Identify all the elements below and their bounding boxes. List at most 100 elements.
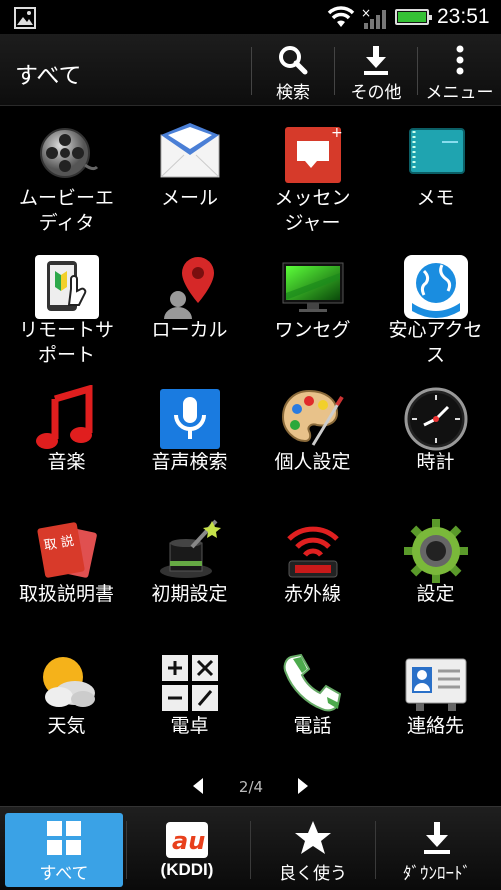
- app-oneseg[interactable]: ワンセグ: [250, 238, 375, 370]
- app-memo[interactable]: メモ: [373, 106, 498, 238]
- tv-icon: [282, 262, 344, 312]
- tab-label: (KDDI): [160, 860, 214, 879]
- weather-icon: [43, 657, 95, 707]
- app-label: メッセン ジャー: [274, 187, 351, 234]
- wifi-icon: [327, 6, 355, 27]
- phone-icon: [283, 653, 342, 712]
- app-music[interactable]: 音楽: [4, 370, 129, 502]
- tab-label: ﾀﾞｳﾝﾛｰﾄﾞ: [403, 864, 471, 884]
- globe-icon: [404, 255, 468, 319]
- app-label: 個人設定: [274, 451, 351, 473]
- app-label: 赤外線: [283, 583, 341, 605]
- au-logo-icon: au: [166, 822, 208, 858]
- status-time: 23:51: [437, 5, 490, 28]
- more-label: その他: [350, 83, 402, 103]
- star-icon: [295, 821, 331, 854]
- contacts-icon: [405, 658, 467, 711]
- app-label: 設定: [416, 583, 455, 605]
- app-label: 初期設定: [151, 583, 228, 605]
- grid-icon: [47, 821, 81, 855]
- app-weather[interactable]: 天気: [4, 634, 129, 766]
- clock-icon: [404, 387, 468, 451]
- svg-text:au: au: [172, 827, 205, 855]
- app-label: ワンセグ: [274, 319, 351, 341]
- app-voice-search[interactable]: 音声検索: [127, 370, 252, 502]
- download-icon: [364, 46, 388, 75]
- app-label: ムービーエ ディタ: [18, 187, 114, 234]
- svg-text:×: ×: [361, 6, 371, 20]
- film-reel-icon: [40, 128, 99, 178]
- search-button[interactable]: 検索: [252, 34, 334, 106]
- app-personalize[interactable]: 個人設定: [250, 370, 375, 502]
- app-calculator[interactable]: 電卓: [127, 634, 252, 766]
- battery-icon: [395, 9, 432, 25]
- app-manual[interactable]: 取 説 取扱説明書: [4, 502, 129, 634]
- divider: [250, 821, 251, 879]
- divider: [375, 821, 376, 879]
- app-remote-support[interactable]: リモートサ ポート: [4, 238, 129, 370]
- status-bar: × 23:51: [0, 0, 501, 34]
- message-icon: +: [285, 125, 343, 183]
- tab-favorites[interactable]: 良く使う: [254, 813, 372, 887]
- app-settings[interactable]: 設定: [373, 502, 498, 634]
- notebook-icon: [409, 128, 465, 174]
- app-label: 音楽: [47, 451, 86, 473]
- divider: [126, 821, 127, 879]
- app-label: 安心アクセス: [388, 319, 483, 366]
- app-phone[interactable]: 電話: [250, 634, 375, 766]
- manual-book-icon: 取 説: [37, 522, 97, 578]
- more-button[interactable]: その他: [335, 34, 417, 106]
- menu-button[interactable]: メニュー: [418, 34, 501, 106]
- bottom-tab-bar: すべて au (KDDI) 良く使う ﾀﾞｳﾝﾛｰﾄﾞ: [0, 806, 501, 890]
- no-signal-icon: ×: [361, 6, 386, 29]
- palette-icon: [281, 389, 344, 446]
- menu-label: メニュー: [425, 83, 494, 103]
- mail-icon: [160, 123, 220, 178]
- remote-support-icon: [35, 255, 99, 319]
- app-contacts[interactable]: 連絡先: [373, 634, 498, 766]
- app-label: ローカル: [151, 319, 228, 341]
- app-label: 取扱説明書: [18, 583, 114, 605]
- page-title: すべて: [15, 63, 82, 89]
- app-label: 電話: [293, 715, 332, 737]
- microphone-icon: [160, 389, 220, 449]
- tab-download[interactable]: ﾀﾞｳﾝﾛｰﾄﾞ: [378, 813, 496, 887]
- app-mail[interactable]: メール: [127, 106, 252, 238]
- action-bar: すべて 検索 その他 メニュー: [0, 34, 501, 106]
- app-movie-editor[interactable]: ムービーエ ディタ: [4, 106, 129, 238]
- download-icon: [424, 822, 450, 854]
- gallery-icon: [14, 7, 36, 29]
- app-clock[interactable]: 時計: [373, 370, 498, 502]
- prev-page-icon[interactable]: [193, 778, 203, 794]
- page-indicator: 2/4: [0, 770, 501, 802]
- search-label: 検索: [276, 83, 310, 103]
- app-label: 時計: [416, 451, 455, 473]
- tab-label: すべて: [39, 864, 89, 884]
- gear-icon: [404, 519, 468, 583]
- app-label: 電卓: [170, 715, 209, 737]
- page-number: 2/4: [238, 778, 264, 796]
- calculator-icon: [162, 655, 218, 711]
- app-initial-setup[interactable]: 初期設定: [127, 502, 252, 634]
- tab-all[interactable]: すべて: [5, 813, 123, 887]
- app-messenger[interactable]: + メッセン ジャー: [250, 106, 375, 238]
- tab-label: 良く使う: [279, 864, 347, 884]
- svg-text:+: +: [331, 125, 343, 141]
- app-label: メール: [160, 187, 218, 209]
- location-pin-icon: [164, 257, 214, 319]
- app-label: 天気: [47, 715, 86, 737]
- app-safe-access[interactable]: 安心アクセス: [373, 238, 498, 370]
- next-page-icon[interactable]: [298, 778, 308, 794]
- app-label: メモ: [416, 187, 455, 209]
- music-note-icon: [36, 385, 93, 449]
- app-local[interactable]: ローカル: [127, 238, 252, 370]
- app-infrared[interactable]: 赤外線: [250, 502, 375, 634]
- magic-hat-icon: [160, 519, 221, 578]
- app-label: 連絡先: [406, 715, 464, 737]
- app-label: 音声検索: [151, 451, 228, 473]
- infrared-icon: [287, 526, 339, 578]
- more-vert-icon: [456, 45, 463, 75]
- search-icon: [279, 46, 308, 75]
- tab-kddi[interactable]: au (KDDI): [128, 813, 246, 887]
- app-label: リモートサ ポート: [18, 319, 114, 366]
